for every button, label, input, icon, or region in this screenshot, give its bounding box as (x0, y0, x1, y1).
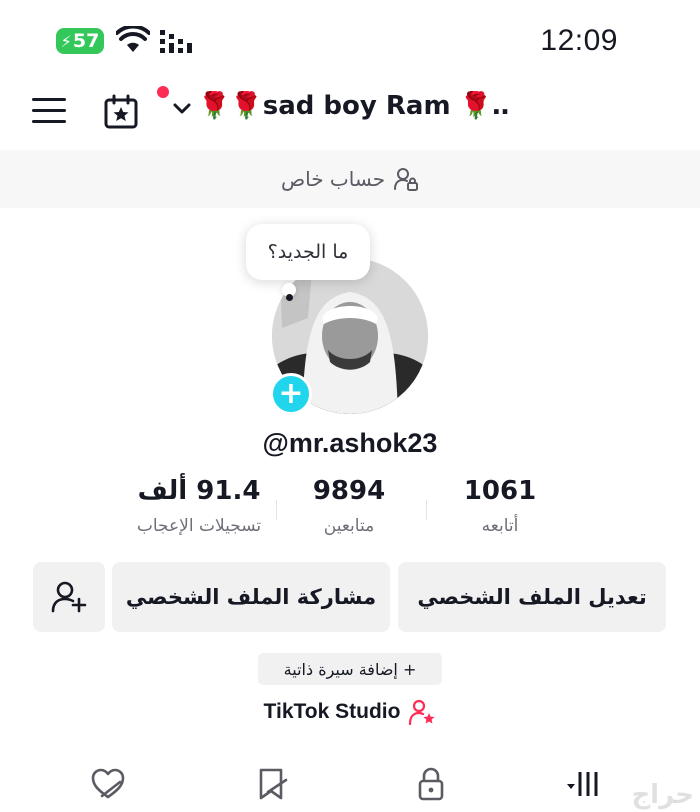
private-account-banner: حساب خاص (0, 150, 700, 208)
share-profile-button[interactable]: مشاركة الملف الشخصي (112, 562, 390, 632)
add-bio-button[interactable]: + إضافة سيرة ذاتية (258, 653, 442, 685)
battery-level: 57 (72, 30, 100, 52)
account-switcher-name[interactable]: 🌹🌹sad boy Ram 🌹… (198, 91, 508, 121)
studio-person-star-icon (409, 699, 435, 726)
status-bar: ⚡ 57 12:09 (0, 0, 700, 80)
studio-label: TikTok Studio (263, 700, 401, 723)
favorites-icon[interactable] (254, 766, 290, 802)
username: @mr.ashok23 (262, 428, 438, 458)
edit-profile-button[interactable]: تعديل الملف الشخصي (398, 562, 666, 632)
note-bubble-dot (286, 294, 293, 301)
likes-count: 91.4 ألف (137, 476, 261, 506)
battery-indicator: ⚡ 57 (56, 28, 104, 54)
lock-icon[interactable] (413, 766, 449, 802)
private-account-icon (394, 168, 419, 191)
content-tab-bar (0, 760, 700, 812)
profile-header: 🌹🌹sad boy Ram 🌹… (0, 86, 700, 142)
videos-grid-icon[interactable] (566, 766, 602, 802)
add-friend-button[interactable] (33, 562, 105, 632)
chevron-down-icon[interactable] (172, 102, 192, 116)
likes-stat[interactable]: 91.4 ألف تسجيلات الإعجاب (109, 476, 289, 536)
menu-icon[interactable] (32, 98, 66, 126)
add-story-button[interactable]: + (270, 373, 312, 415)
wifi-icon (116, 26, 150, 52)
private-account-label: حساب خاص (280, 167, 386, 191)
notification-dot (157, 86, 169, 98)
note-bubble[interactable]: ما الجديد؟ (246, 224, 370, 280)
watermark: حراج (631, 780, 694, 810)
liked-heart-icon[interactable] (90, 766, 126, 802)
clock: 12:09 (540, 24, 618, 57)
add-friend-icon (51, 581, 87, 613)
cellular-signal-icon (160, 30, 192, 53)
calendar-star-icon[interactable] (103, 94, 139, 130)
charging-icon: ⚡ (60, 31, 72, 51)
tiktok-studio-link[interactable]: TikTok Studio (0, 698, 700, 726)
likes-label: تسجيلات الإعجاب (136, 516, 262, 536)
